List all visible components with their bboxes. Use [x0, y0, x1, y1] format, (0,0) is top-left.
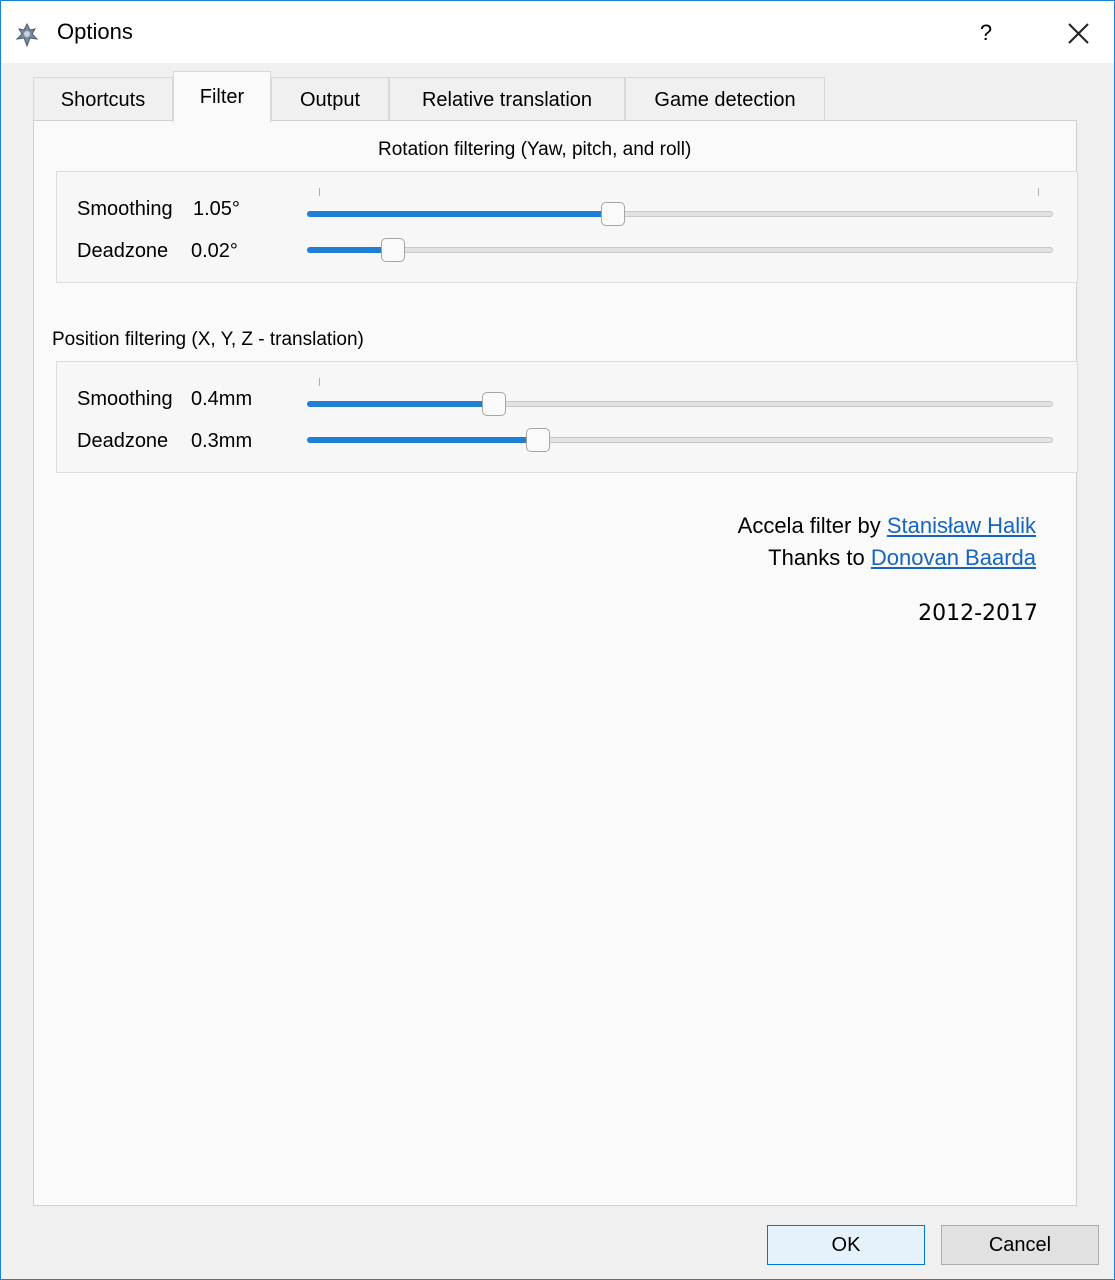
- position-group: Smoothing 0.4mm Deadzone 0.3mm: [56, 361, 1078, 473]
- rotation-heading: Rotation filtering (Yaw, pitch, and roll…: [378, 139, 692, 160]
- rotation-smoothing-slider[interactable]: [307, 202, 1053, 228]
- slider-groove: [307, 247, 1053, 253]
- rotation-group: Smoothing 1.05° Deadzone 0.02°: [56, 171, 1078, 283]
- credits-author-prefix: Accela filter by: [737, 513, 881, 538]
- tab-shortcuts[interactable]: Shortcuts: [33, 77, 173, 121]
- position-deadzone-label: Deadzone: [77, 430, 169, 452]
- title-bar: Options ?: [1, 1, 1114, 63]
- help-button[interactable]: ?: [961, 13, 1011, 53]
- tab-output[interactable]: Output: [271, 77, 389, 121]
- slider-handle[interactable]: [380, 238, 405, 262]
- slider-handle[interactable]: [526, 428, 551, 452]
- position-smoothing-slider[interactable]: [307, 392, 1053, 418]
- slider-handle[interactable]: [600, 202, 625, 226]
- slider-tick: [319, 188, 320, 196]
- ok-button[interactable]: OK: [767, 1225, 925, 1265]
- credits-line-thanks: Thanks to Donovan Baarda: [768, 545, 1036, 571]
- position-smoothing-value: 0.4mm: [191, 388, 253, 410]
- help-icon: ?: [979, 20, 993, 45]
- window-title: Options: [57, 19, 133, 44]
- tab-relative-translation[interactable]: Relative translation: [389, 77, 625, 121]
- position-smoothing-label: Smoothing: [77, 388, 173, 410]
- rotation-smoothing-label: Smoothing: [77, 198, 173, 220]
- rotation-smoothing-value: 1.05°: [193, 198, 240, 220]
- slider-fill: [307, 401, 494, 407]
- position-deadzone-slider[interactable]: [307, 428, 1053, 454]
- slider-fill: [307, 247, 393, 253]
- slider-tick: [1038, 188, 1039, 196]
- close-button[interactable]: [1053, 13, 1103, 53]
- close-icon: [1068, 23, 1089, 44]
- thanks-link[interactable]: Donovan Baarda: [871, 545, 1036, 570]
- cancel-button[interactable]: Cancel: [941, 1225, 1099, 1265]
- credits-line-author: Accela filter by Stanisław Halik: [738, 513, 1036, 539]
- position-deadzone-value: 0.3mm: [191, 430, 253, 452]
- slider-fill: [307, 437, 539, 443]
- tab-game-detection[interactable]: Game detection: [625, 77, 825, 121]
- slider-handle[interactable]: [481, 392, 506, 416]
- slider-fill: [307, 211, 613, 217]
- options-dialog: Options ? Shortcuts Filter Output Relati…: [0, 0, 1115, 1280]
- credits-thanks-prefix: Thanks to: [768, 545, 865, 570]
- copyright-years: 2012-2017: [918, 601, 1038, 626]
- filter-tab-panel: Rotation filtering (Yaw, pitch, and roll…: [33, 120, 1078, 1206]
- app-icon: [15, 22, 39, 48]
- tab-filter[interactable]: Filter: [173, 71, 271, 123]
- position-heading: Position filtering (X, Y, Z - translatio…: [52, 329, 364, 350]
- author-link[interactable]: Stanisław Halik: [887, 513, 1036, 538]
- rotation-deadzone-value: 0.02°: [191, 240, 238, 262]
- rotation-deadzone-label: Deadzone: [77, 240, 169, 262]
- slider-tick: [319, 378, 320, 386]
- rotation-deadzone-slider[interactable]: [307, 238, 1053, 264]
